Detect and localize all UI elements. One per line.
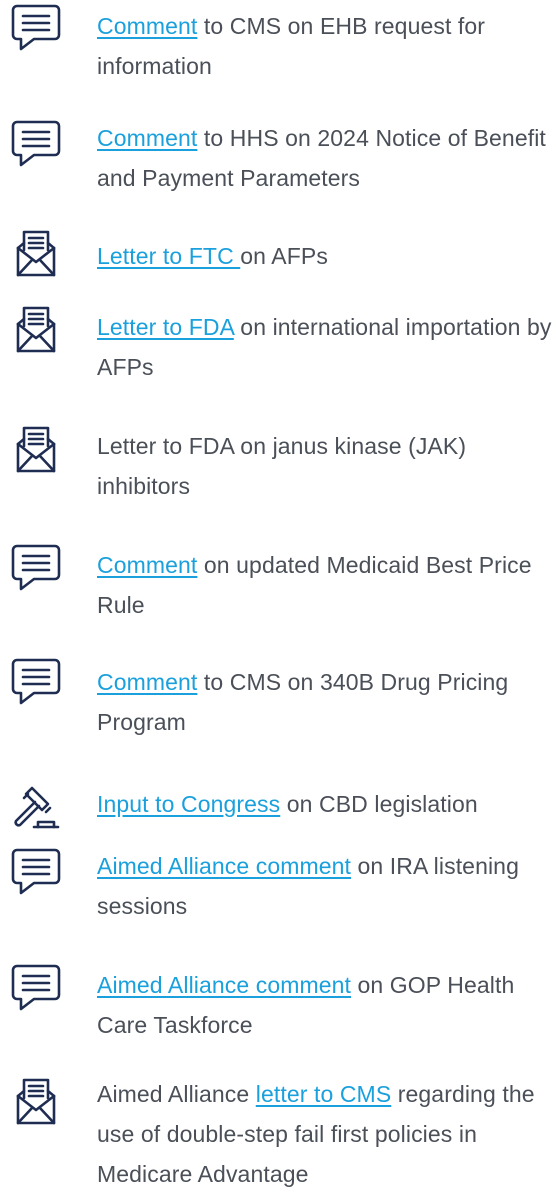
item-link[interactable]: Comment [97, 13, 197, 39]
item-text-segment: on CBD legislation [280, 791, 478, 817]
item-text: Aimed Alliance letter to CMS regarding t… [97, 1074, 556, 1194]
item-text: Comment to HHS on 2024 Notice of Benefit… [97, 118, 556, 198]
item-text: Aimed Alliance comment on IRA listening … [97, 846, 556, 926]
comment-icon [8, 846, 64, 898]
item-text: Letter to FTC on AFPs [97, 236, 556, 276]
letter-icon [8, 228, 64, 280]
item-link[interactable]: letter to CMS [256, 1081, 392, 1107]
item-text-segment: on AFPs [240, 243, 328, 269]
list-item: Letter to FDA on international importati… [0, 300, 556, 400]
item-text: Input to Congress on CBD legislation [97, 784, 556, 824]
item-link[interactable]: Comment [97, 125, 197, 151]
item-text: Letter to FDA on international importati… [97, 307, 556, 387]
comment-icon [8, 962, 64, 1014]
item-link[interactable]: Comment [97, 669, 197, 695]
list-item: Aimed Alliance comment on GOP Health Car… [0, 960, 556, 1060]
list-item: Aimed Alliance comment on IRA listening … [0, 846, 556, 946]
gavel-icon [8, 784, 64, 836]
list-item: Letter to FDA on janus kinase (JAK) inhi… [0, 420, 556, 520]
advocacy-list: Comment to CMS on EHB request for inform… [0, 0, 556, 1187]
list-item: Input to Congress on CBD legislation [0, 784, 556, 844]
item-text: Comment to CMS on 340B Drug Pricing Prog… [97, 662, 556, 742]
item-text-segment: Aimed Alliance [97, 1081, 256, 1107]
list-item: Aimed Alliance letter to CMS regarding t… [0, 1074, 556, 1187]
item-link[interactable]: Comment [97, 552, 197, 578]
comment-icon [8, 542, 64, 594]
comment-icon [8, 118, 64, 170]
item-text: Aimed Alliance comment on GOP Health Car… [97, 965, 556, 1045]
list-item: Comment to HHS on 2024 Notice of Benefit… [0, 112, 556, 212]
list-item: Comment to CMS on EHB request for inform… [0, 0, 556, 100]
item-text: Letter to FDA on janus kinase (JAK) inhi… [97, 426, 556, 506]
letter-icon [8, 424, 64, 476]
item-link[interactable]: Aimed Alliance comment [97, 853, 351, 879]
letter-icon [8, 304, 64, 356]
item-text: Comment on updated Medicaid Best Price R… [97, 545, 556, 625]
item-text: Comment to CMS on EHB request for inform… [97, 6, 556, 86]
letter-icon [8, 1076, 64, 1128]
list-item: Comment on updated Medicaid Best Price R… [0, 540, 556, 640]
item-text-segment: Letter to FDA on janus kinase (JAK) inhi… [97, 433, 467, 499]
list-item: Comment to CMS on 340B Drug Pricing Prog… [0, 654, 556, 754]
comment-icon [8, 2, 64, 54]
comment-icon [8, 656, 64, 708]
item-link[interactable]: Aimed Alliance comment [97, 972, 351, 998]
item-link[interactable]: Input to Congress [97, 791, 280, 817]
list-item: Letter to FTC on AFPs [0, 228, 556, 278]
item-link[interactable]: Letter to FTC [97, 243, 240, 269]
item-link[interactable]: Letter to FDA [97, 314, 234, 340]
